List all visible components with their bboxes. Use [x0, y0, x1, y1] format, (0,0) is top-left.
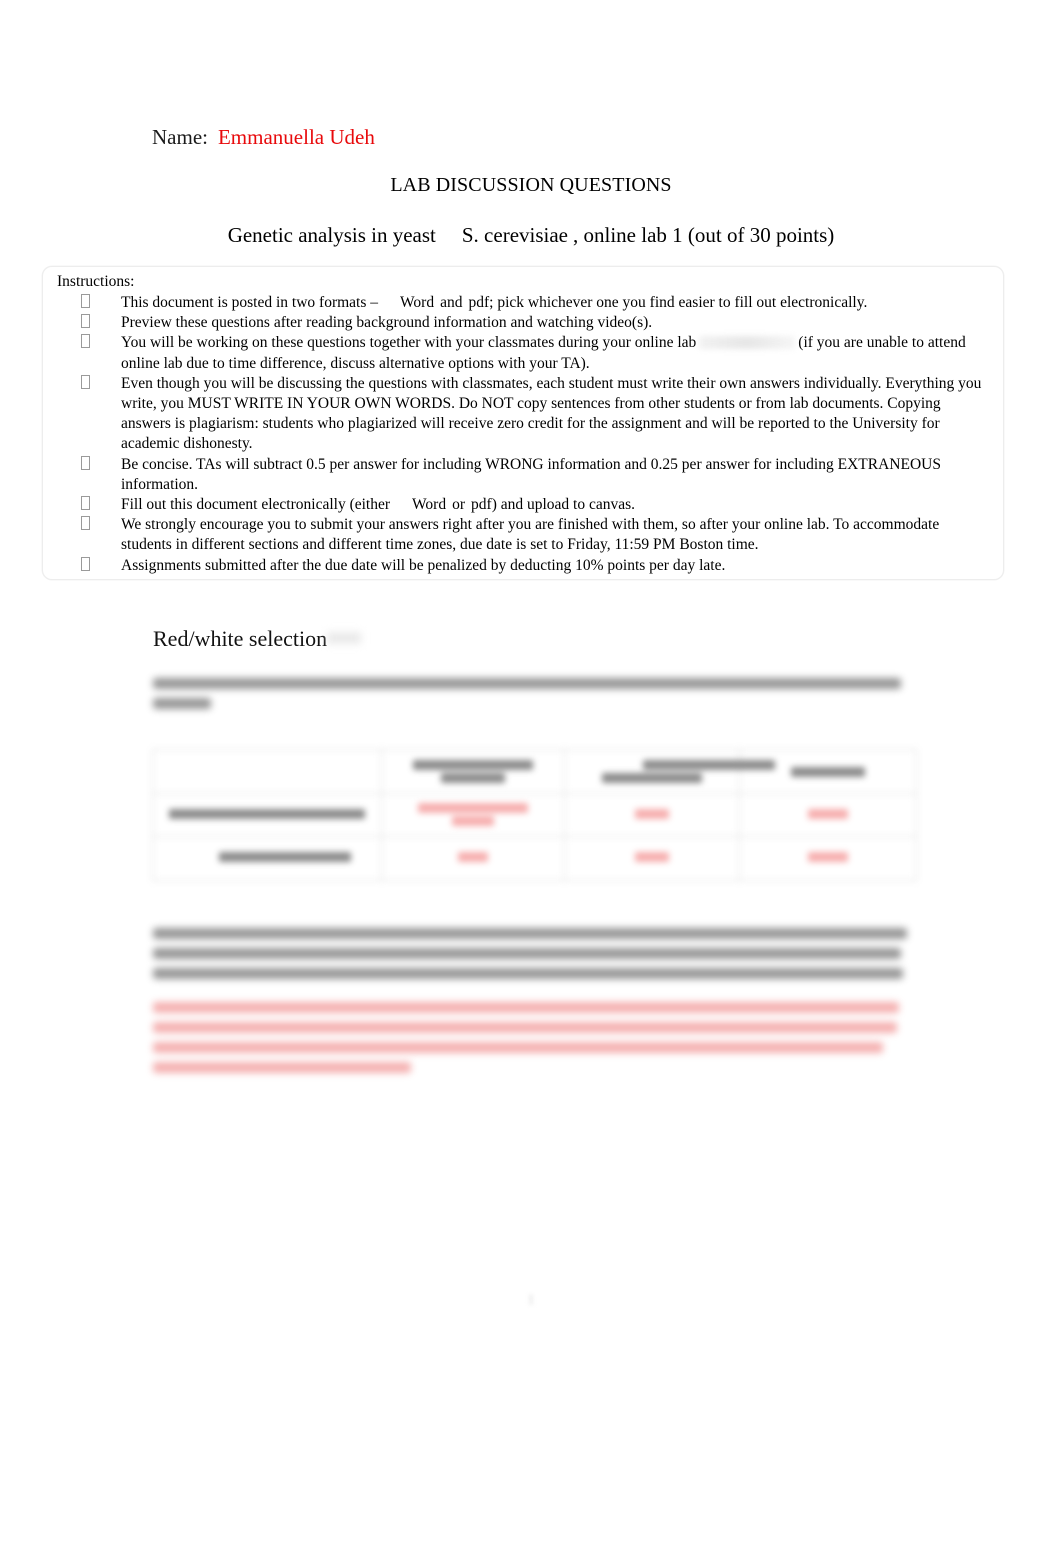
instruction-4-text: Even though you will be discussing the q…	[121, 374, 982, 453]
bullet-icon	[81, 374, 90, 394]
student-name-value[interactable]: Emmanuella Udeh	[218, 125, 375, 149]
table-answer-cell[interactable]	[564, 835, 740, 882]
bullet-icon	[81, 293, 90, 313]
instruction-1-before: This document is posted in two formats –	[121, 294, 379, 311]
table-answer-cell[interactable]	[381, 835, 565, 882]
redacted-question-2	[153, 928, 909, 988]
instruction-item-2: Preview these questions after reading ba…	[43, 313, 1003, 333]
bullet-icon	[81, 495, 90, 515]
table-label-cell[interactable]	[152, 793, 382, 837]
instruction-item-4: Even though you will be discussing the q…	[43, 374, 1003, 455]
section-heading: Red/white selection	[153, 625, 362, 653]
instruction-6-word1: Word	[412, 496, 447, 514]
table-label-cell[interactable]	[152, 835, 382, 882]
subtitle-species: S. cerevisiae	[461, 223, 568, 247]
name-label: Name:	[152, 125, 208, 149]
instruction-1-word2: pdf;	[468, 294, 494, 311]
name-line: Name: Emmanuella Udeh	[152, 124, 375, 150]
results-table	[152, 748, 917, 882]
bullet-icon	[81, 455, 90, 475]
instructions-heading: Instructions:	[57, 273, 135, 290]
table-row	[152, 835, 917, 882]
bullet-icon	[81, 515, 90, 535]
instruction-1-mid: and	[440, 294, 463, 311]
redacted-answer-highlighted[interactable]	[153, 1002, 901, 1082]
redacted-question-1	[153, 678, 905, 718]
instruction-item-1: This document is posted in two formats –…	[43, 293, 1003, 313]
bullet-icon	[81, 313, 90, 333]
instructions-list: This document is posted in two formats –…	[43, 293, 1003, 576]
instruction-3-before: You will be working on these questions t…	[121, 334, 697, 352]
table-header-cell[interactable]	[564, 748, 775, 795]
bullet-icon	[81, 556, 90, 576]
instructions-box: Instructions: This document is posted in…	[42, 266, 1004, 580]
bullet-icon	[81, 333, 90, 353]
section-heading-text: Red/white selection	[153, 626, 328, 651]
instruction-8-text: Assignments submitted after the due date…	[121, 556, 726, 574]
table-header-cell[interactable]	[739, 748, 917, 795]
instruction-6-mid: or	[452, 496, 466, 514]
table-cell-empty[interactable]	[152, 748, 382, 795]
instruction-item-8: Assignments submitted after the due date…	[43, 556, 1003, 576]
instruction-5-text: Be concise. TAs will subtract 0.5 per an…	[121, 455, 941, 493]
instruction-7-text: We strongly encourage you to submit your…	[121, 516, 940, 554]
instruction-2-text: Preview these questions after reading ba…	[121, 314, 653, 332]
document-subtitle: Genetic analysis in yeast S. cerevisiae, …	[0, 222, 1062, 249]
document-page: Name: Emmanuella Udeh LAB DISCUSSION QUES…	[0, 0, 1062, 1561]
instruction-6-word2: pdf	[471, 496, 492, 514]
instruction-1-after: pick whichever one you find easier to fi…	[497, 294, 868, 311]
subtitle-part-1: Genetic analysis in yeast	[227, 223, 436, 247]
table-row	[152, 793, 917, 837]
instruction-item-5: Be concise. TAs will subtract 0.5 per an…	[43, 455, 1003, 495]
instruction-item-6: Fill out this document electronically (e…	[43, 495, 1003, 515]
instruction-item-3: You will be working on these questions t…	[43, 333, 1003, 373]
document-title: LAB DISCUSSION QUESTIONS	[390, 174, 672, 196]
instruction-1-word1: Word	[400, 294, 435, 311]
table-header-cell[interactable]	[381, 748, 565, 795]
redacted-text-region	[699, 336, 796, 350]
redacted-text-region	[327, 632, 362, 644]
table-answer-cell[interactable]	[381, 793, 565, 837]
subtitle-part-2: , online lab 1 (out of 30 points)	[573, 223, 835, 247]
table-answer-cell[interactable]	[739, 835, 917, 882]
table-row	[152, 748, 917, 795]
table-answer-cell[interactable]	[739, 793, 917, 837]
instruction-6-after: ) and upload to canvas.	[491, 496, 636, 514]
instruction-item-7: We strongly encourage you to submit your…	[43, 515, 1003, 555]
page-number: 1	[527, 1292, 535, 1308]
instruction-6-before: Fill out this document electronically (e…	[121, 496, 391, 514]
table-answer-cell[interactable]	[564, 793, 740, 837]
